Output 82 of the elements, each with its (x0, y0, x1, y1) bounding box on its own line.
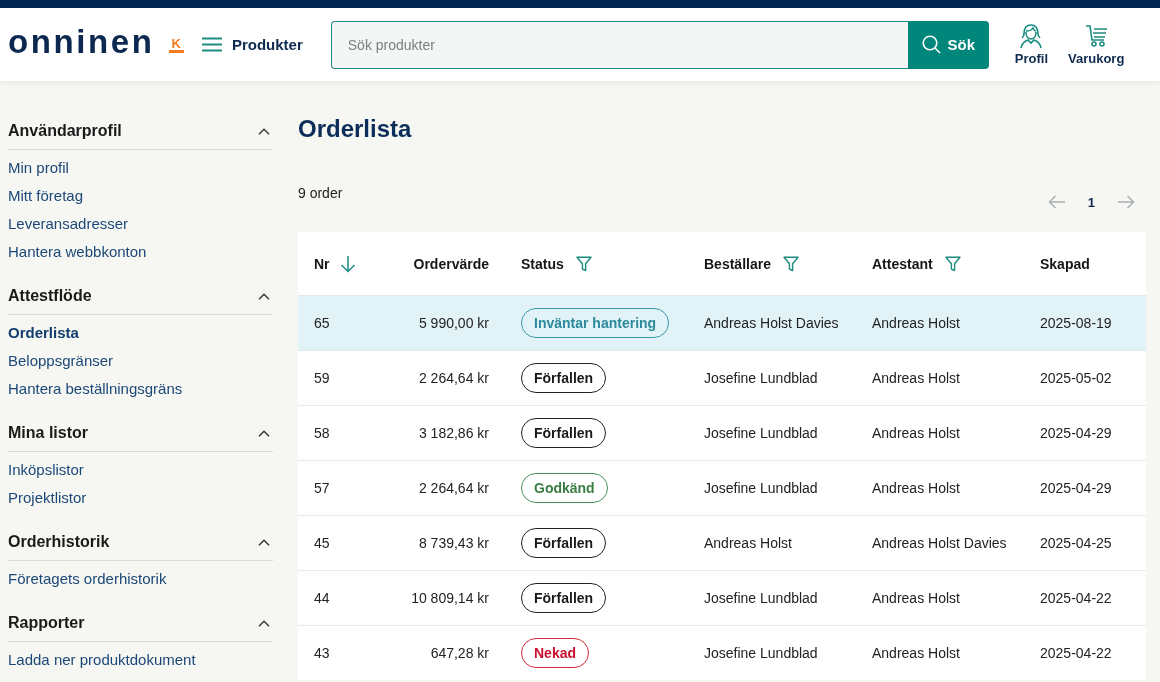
column-header: Skapad (1040, 255, 1090, 272)
section-toggle[interactable]: Attestflöde (8, 286, 273, 315)
created-date: 2025-04-29 (1040, 480, 1112, 496)
filter-icon[interactable] (944, 255, 961, 272)
order-number: 45 (314, 535, 330, 551)
orderer-name: Josefine Lundblad (704, 590, 818, 606)
order-number: 65 (314, 315, 330, 331)
approver-name: Andreas Holst (872, 370, 960, 386)
order-number: 43 (314, 645, 330, 661)
filter-icon[interactable] (782, 255, 799, 272)
logo-badge: K (168, 36, 184, 53)
sidebar-link[interactable]: Hantera beställningsgräns (8, 375, 183, 403)
orderer-name: Andreas Holst Davies (704, 315, 839, 331)
orderer-name: Josefine Lundblad (704, 370, 818, 386)
search-button[interactable]: Sök (907, 20, 989, 69)
section-toggle[interactable]: Orderhistorik (8, 532, 273, 561)
order-value: 2 264,64 kr (418, 480, 489, 496)
page-number[interactable]: 1 (1087, 194, 1095, 210)
order-number: 59 (314, 370, 330, 386)
section-toggle[interactable]: Användarprofil (8, 121, 273, 150)
sidebar-link[interactable]: Leveransadresser (8, 210, 129, 238)
created-date: 2025-04-22 (1040, 590, 1112, 606)
sidebar-link[interactable]: Ladda ner produktdokument (8, 646, 196, 674)
table-row[interactable]: 65 5 990,00 kr Inväntar hantering Andreas Holst Davies Andreas Holst 2025-08-19 (298, 295, 1146, 350)
cart-icon (1083, 23, 1110, 49)
order-number: 57 (314, 480, 330, 496)
created-date: 2025-04-25 (1040, 535, 1112, 551)
table-row[interactable]: 44 10 809,14 kr Förfallen Josefine Lundblad Andreas Holst 2025-04-22 (298, 570, 1146, 625)
table-row[interactable]: 57 2 264,64 kr Godkänd Josefine Lundblad Andreas Holst 2025-04-29 (298, 460, 1146, 515)
table-row[interactable]: 59 2 264,64 kr Förfallen Josefine Lundblad Andreas Holst 2025-05-02 (298, 350, 1146, 405)
order-value: 8 739,43 kr (418, 535, 489, 551)
section-toggle[interactable]: Rapporter (8, 613, 273, 642)
approver-name: Andreas Holst (872, 590, 960, 606)
cart-button[interactable]: Varukorg (1068, 23, 1125, 66)
order-number: 58 (314, 425, 330, 441)
arrow-down-icon[interactable] (339, 254, 356, 273)
profile-button[interactable]: Profil (1014, 23, 1048, 66)
order-value: 3 182,86 kr (418, 425, 489, 441)
approver-name: Andreas Holst (872, 480, 960, 496)
order-count: 9 order (298, 184, 343, 203)
sidebar-link[interactable]: Orderlista (8, 319, 79, 347)
orderer-name: Josefine Lundblad (704, 645, 818, 661)
orderer-name: Josefine Lundblad (704, 480, 818, 496)
sidebar-link[interactable]: Hantera webbkonton (8, 238, 147, 266)
column-header: Beställare (704, 255, 771, 272)
sidebar-link[interactable]: Företagets orderhistorik (8, 565, 167, 593)
approver-name: Andreas Holst (872, 315, 960, 331)
table-row[interactable]: 43 647,28 kr Nekad Josefine Lundblad Andreas Holst 2025-04-22 (298, 625, 1146, 680)
page-title: Orderlista (298, 114, 412, 144)
created-date: 2025-04-22 (1040, 645, 1112, 661)
section-toggle[interactable]: Mina listor (8, 423, 273, 452)
logo-wordmark[interactable]: onninen (8, 27, 155, 56)
table-row[interactable]: 45 8 739,43 kr Förfallen Andreas Holst Andreas Holst Davies 2025-04-25 (298, 515, 1146, 570)
column-header: Status (521, 255, 564, 272)
order-value: 647,28 kr (430, 645, 489, 661)
filter-icon[interactable] (575, 255, 592, 272)
order-number: 44 (314, 590, 330, 606)
orderer-name: Josefine Lundblad (704, 425, 818, 441)
order-value: 5 990,00 kr (418, 315, 489, 331)
person-icon (1018, 23, 1045, 49)
sidebar-link[interactable]: Min profil (8, 154, 69, 182)
orderer-name: Andreas Holst (704, 535, 792, 551)
created-date: 2025-04-29 (1040, 425, 1112, 441)
search-field[interactable]: Sök produkter (330, 20, 908, 69)
created-date: 2025-05-02 (1040, 370, 1112, 386)
sidebar-link[interactable]: Inköpslistor (8, 456, 84, 484)
approver-name: Andreas Holst (872, 425, 960, 441)
order-value: 2 264,64 kr (418, 370, 489, 386)
menu-button[interactable]: Produkter (201, 32, 303, 57)
column-header[interactable]: Nr (314, 255, 330, 272)
column-header: Ordervärde (413, 255, 489, 272)
approver-name: Andreas Holst (872, 645, 960, 661)
sidebar-link[interactable]: Projektlistor (8, 484, 87, 512)
approver-name: Andreas Holst Davies (872, 535, 1007, 551)
table-row[interactable]: 58 3 182,86 kr Förfallen Josefine Lundblad Andreas Holst 2025-04-29 (298, 405, 1146, 460)
sidebar-link[interactable]: Mitt företag (8, 182, 84, 210)
menu-icon (201, 37, 222, 52)
order-value: 10 809,14 kr (411, 590, 489, 606)
created-date: 2025-08-19 (1040, 315, 1112, 331)
search-icon (921, 35, 941, 54)
column-header: Attestant (872, 255, 933, 272)
sidebar-link[interactable]: Beloppsgränser (8, 347, 114, 375)
